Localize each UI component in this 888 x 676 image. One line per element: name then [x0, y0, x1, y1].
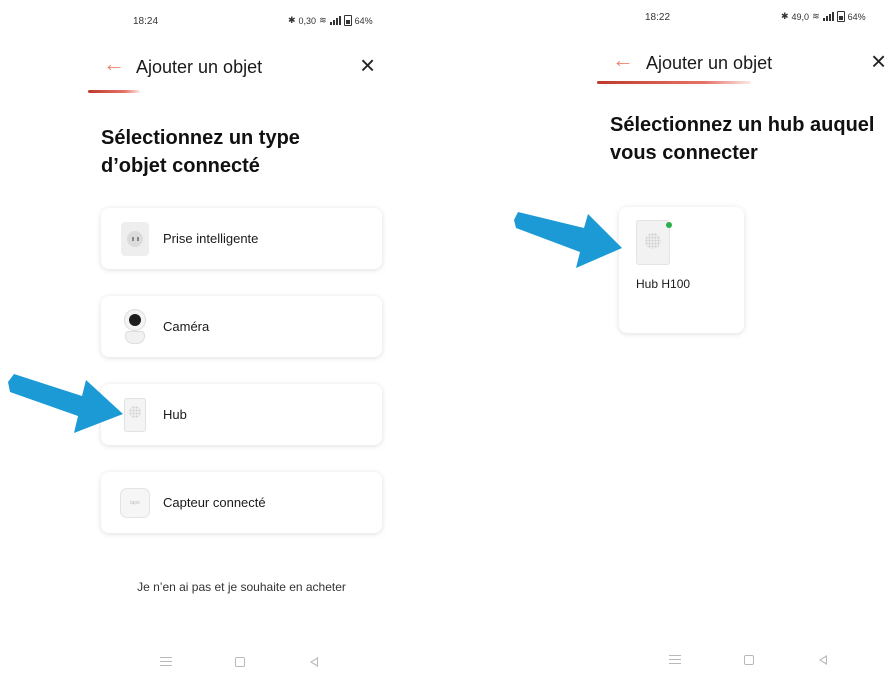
battery-percent: 64% — [847, 11, 866, 22]
app-bar: ← Ajouter un objet × — [88, 44, 395, 90]
type-label: Hub — [163, 407, 187, 422]
net-speed: 0,30 — [298, 15, 317, 26]
sensor-brand: tapo — [120, 487, 150, 518]
type-card-sensor[interactable]: tapo Capteur connecté — [101, 472, 382, 533]
hub-device-icon — [636, 220, 670, 265]
hub-card[interactable]: Hub H100 — [619, 207, 744, 333]
back-triangle-icon[interactable] — [310, 657, 318, 667]
home-icon[interactable] — [235, 657, 245, 667]
section-heading: Sélectionnez un type d’objet connecté — [101, 127, 300, 177]
back-triangle-icon[interactable] — [819, 655, 827, 665]
wifi-icon: ≋ — [812, 11, 820, 21]
title-underline — [597, 81, 751, 84]
signal-icon — [329, 16, 341, 25]
battery-percent: 64% — [354, 15, 373, 26]
left-phone-screen: 18:24 ✱ 0,30 ≋ 64% ← Ajouter un objet × … — [88, 0, 395, 675]
type-label: Caméra — [163, 319, 210, 334]
camera-icon — [117, 307, 153, 347]
system-nav-bar — [88, 656, 395, 676]
page-title: Ajouter un objet — [136, 57, 263, 77]
type-card-camera[interactable]: Caméra — [101, 296, 382, 357]
bluetooth-icon: ✱ — [781, 11, 789, 21]
menu-icon[interactable] — [160, 657, 172, 666]
battery-icon — [343, 15, 352, 26]
arrow-left-icon[interactable]: ← — [103, 53, 125, 75]
system-nav-bar — [597, 654, 888, 674]
smart-plug-icon — [117, 219, 153, 259]
status-icons: ✱ 49,0 ≋ 64% — [781, 11, 866, 22]
title-underline — [88, 90, 140, 93]
close-icon[interactable]: × — [871, 48, 886, 74]
close-icon[interactable]: × — [360, 52, 375, 78]
status-bar: 18:24 ✱ 0,30 ≋ 64% — [88, 0, 395, 36]
signal-icon — [822, 12, 834, 21]
hub-name: Hub H100 — [636, 277, 691, 291]
right-phone-screen: 18:22 ✱ 49,0 ≋ 64% ← Ajouter un objet × … — [597, 0, 888, 675]
type-label: Capteur connecté — [163, 495, 266, 510]
annotation-arrow-left — [8, 374, 123, 433]
home-icon[interactable] — [744, 655, 754, 665]
type-card-hub[interactable]: Hub — [101, 384, 382, 445]
status-time: 18:24 — [133, 16, 159, 27]
status-icons: ✱ 0,30 ≋ 64% — [288, 15, 373, 26]
battery-icon — [836, 11, 845, 22]
sensor-icon: tapo — [117, 483, 153, 523]
wifi-icon: ≋ — [319, 15, 327, 25]
buy-device-link[interactable]: Je n’en ai pas et je souhaite en acheter — [88, 580, 395, 594]
net-speed: 49,0 — [791, 11, 810, 22]
type-label: Prise intelligente — [163, 231, 259, 246]
type-card-smart-plug[interactable]: Prise intelligente — [101, 208, 382, 269]
status-time: 18:22 — [645, 12, 671, 23]
section-heading: Sélectionnez un hub auquel vous connecte… — [610, 114, 875, 164]
arrow-left-icon[interactable]: ← — [612, 49, 634, 71]
status-bar: 18:22 ✱ 49,0 ≋ 64% — [597, 0, 888, 36]
online-status-dot — [666, 222, 672, 228]
menu-icon[interactable] — [669, 655, 681, 664]
annotation-arrow-right — [514, 212, 622, 268]
bluetooth-icon: ✱ — [288, 15, 296, 25]
page-title: Ajouter un objet — [646, 53, 773, 73]
app-bar: ← Ajouter un objet × — [597, 40, 888, 86]
